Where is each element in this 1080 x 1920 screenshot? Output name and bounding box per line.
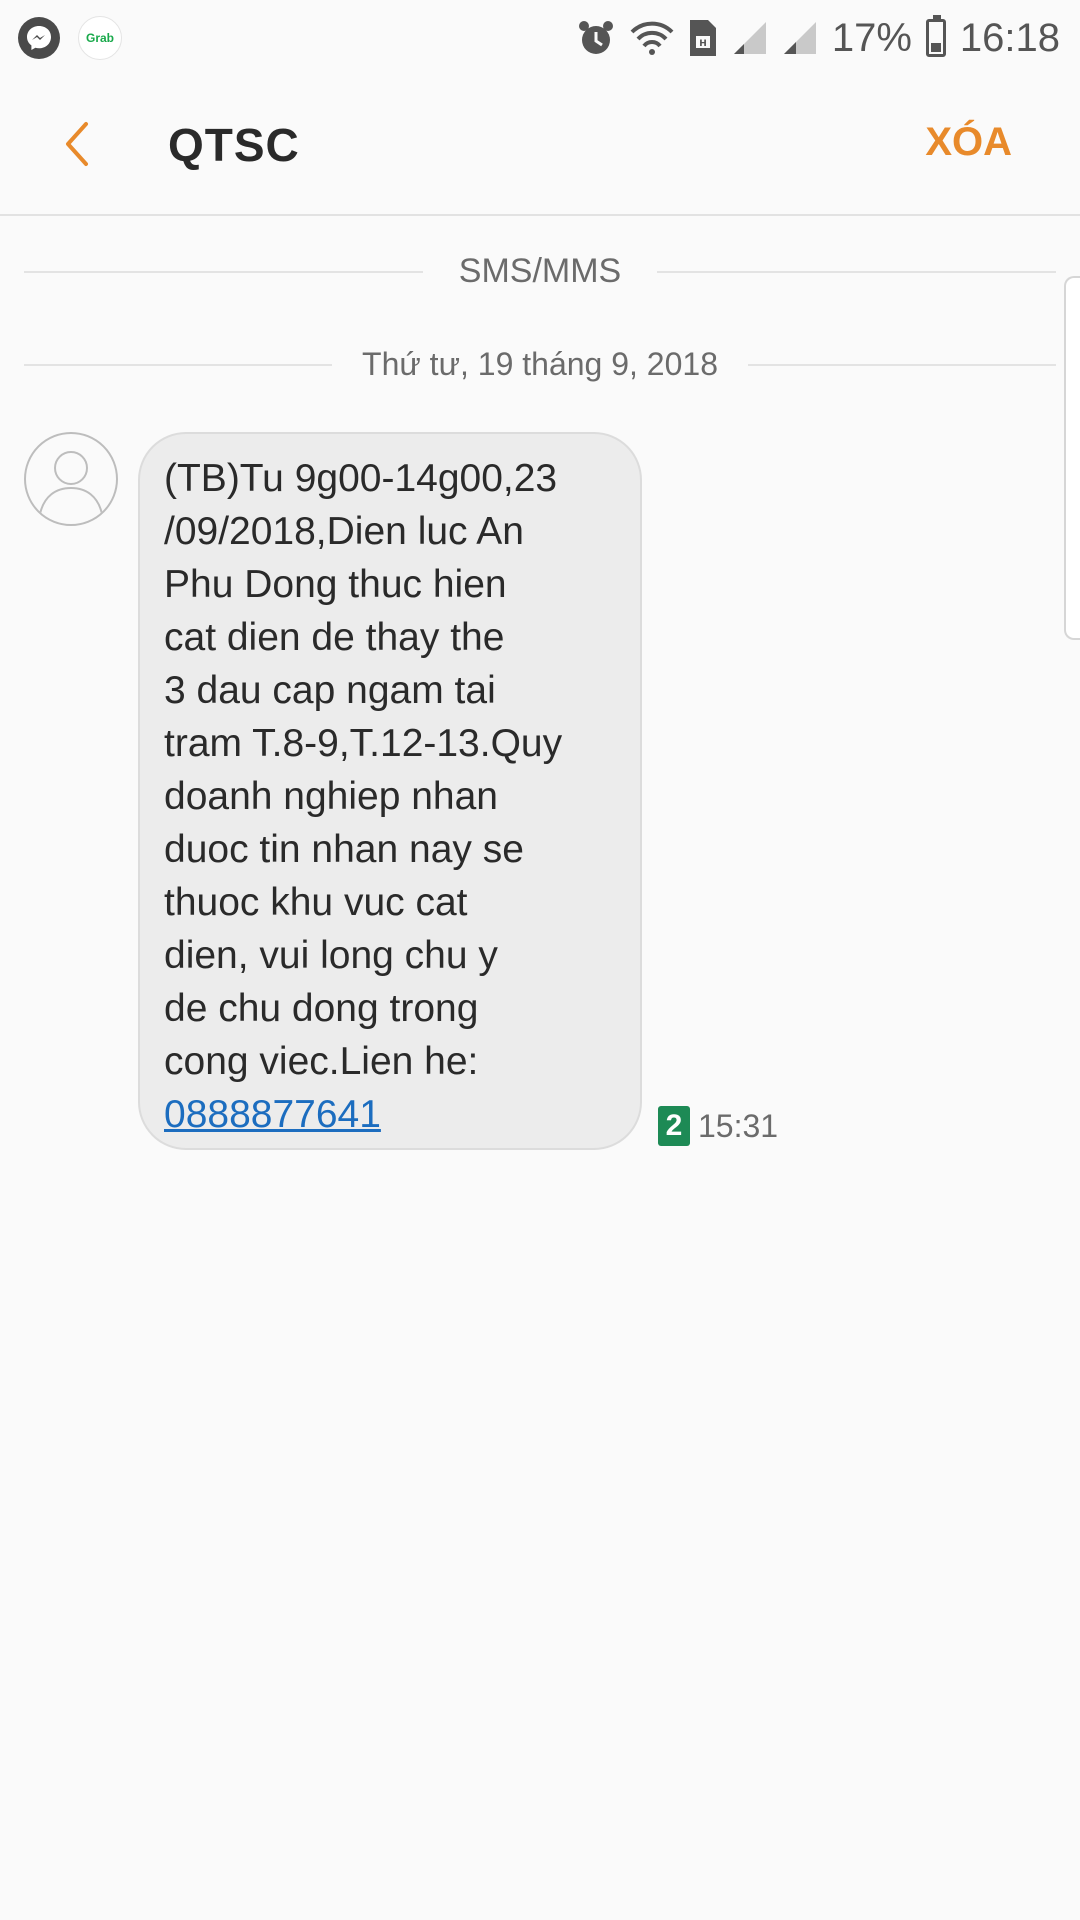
message-bubble[interactable]: (TB)Tu 9g00-14g00,23 /09/2018,Dien luc A… [138,432,642,1150]
notification-icons: Grab [18,14,122,62]
svg-text:H: H [699,39,707,49]
system-status: H 17% 16:18 [576,10,1060,66]
clock: 16:18 [959,15,1060,60]
channel-label: SMS/MMS [458,252,622,290]
conversation-header: QTSC XÓA [0,76,1080,216]
date-label: Thứ tư, 19 tháng 9, 2018 [362,346,718,382]
sms-conversation-screen: Grab H 17% 16:18 QTSC XÓA SMS/MMS Thứ tư… [0,0,1080,1920]
back-button[interactable] [50,114,110,174]
date-divider: Thứ tư, 19 tháng 9, 2018 [24,346,1056,383]
alarm-icon [578,21,613,54]
avatar[interactable] [24,432,118,526]
back-arrow-icon [66,122,88,166]
grab-icon: Grab [78,16,122,60]
sim-badge: 2 [658,1106,690,1146]
sim-card-icon: H [689,20,716,56]
message-text: (TB)Tu 9g00-14g00,23 /09/2018,Dien luc A… [164,457,563,1083]
contact-name[interactable]: QTSC [168,118,300,172]
phone-link[interactable]: 0888877641 [164,1088,381,1141]
wifi-icon [630,21,674,55]
channel-divider: SMS/MMS [24,252,1057,291]
scroll-handle[interactable] [1064,276,1080,640]
battery-percent: 17% [831,15,912,60]
message-time: 15:31 [698,1107,779,1144]
message-meta: 2 15:31 [658,1106,778,1146]
battery-icon [925,15,946,57]
delete-button[interactable]: XÓA [925,120,1012,165]
status-bar: Grab H 17% 16:18 [0,0,1080,76]
person-icon [39,451,103,515]
messenger-icon [18,17,60,59]
signal-icon-2 [783,22,816,54]
signal-icon-1 [733,22,766,54]
